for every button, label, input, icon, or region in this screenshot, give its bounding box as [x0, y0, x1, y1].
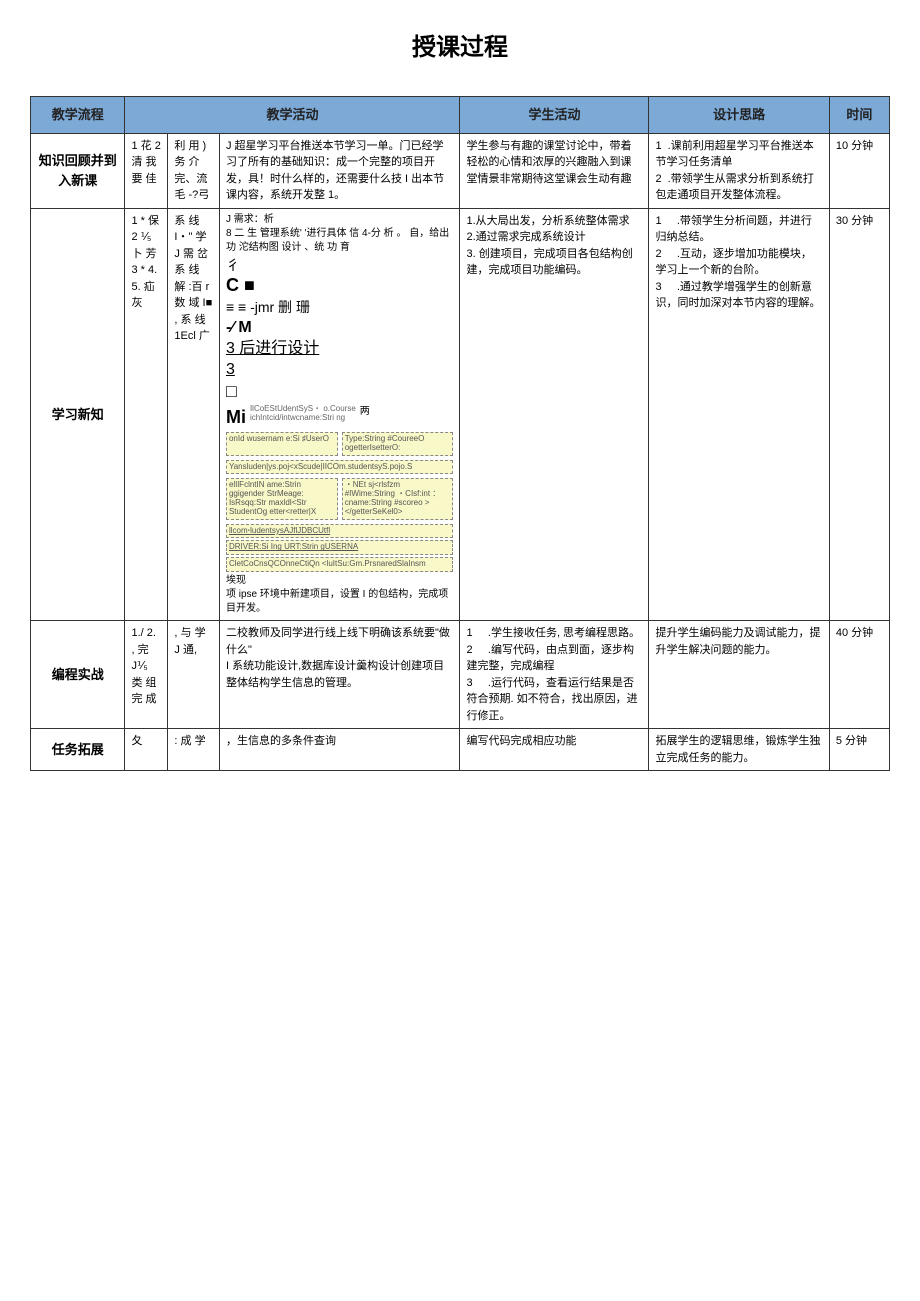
tiny-label: IlCoEStUdentSyS・ o.Course [250, 404, 356, 413]
time-cell: 40 分钟 [829, 621, 889, 729]
diagram-box: CletCoCnsQCOnneCtiQn <luItSu:Gm.Prsnared… [226, 557, 454, 572]
activity-cell: J 需求：析 8 二 生 管理系统' '进行具体 信 4-分 析 。 自，给出功… [219, 208, 460, 621]
flow-cell: 学习新知 [31, 208, 125, 621]
sub-cell: 系 线 I・" 学 J 需 岔 系 线 解 :百 r 数 域 I■ , 系 线 … [168, 208, 220, 621]
text-fragment: 8 二 生 管理系统' '进行具体 信 4-分 析 。 自，给出功 沱结构图 设… [226, 228, 449, 253]
text-fragment: Mi [226, 405, 246, 430]
sub-cell: 夂 [125, 729, 168, 771]
sub-cell: 利 用 ) 务 介 完、流 毛 -?弓 [168, 133, 220, 208]
text-fragment: 项 ipse 环境中新建项目，设置 I 的包结构，完成项目开发。 [226, 589, 448, 614]
lesson-table: 教学流程 教学活动 学生活动 设计思路 时间 知识回顾并到入新课 1 花 2 清… [30, 96, 890, 771]
page-title: 授课过程 [30, 30, 890, 66]
time-cell: 5 分钟 [829, 729, 889, 771]
design-cell: 1 .课前利用超星学习平台推送本节学习任务清单 2 .带领学生从需求分析到系统打… [649, 133, 829, 208]
header-design: 设计思路 [649, 97, 829, 134]
flow-cell: 编程实战 [31, 621, 125, 729]
table-row: 学习新知 1 * 保 2 ⅟₅ 卜 芳 3 * 4. 5. 疝 灰 系 线 I・… [31, 208, 890, 621]
activity-cell: J 超星学习平台推送本节学习一单。门已经学习了所有的基础知识：成一个完整的项目开… [219, 133, 460, 208]
diagram-box: Type:String #CoureeO ogetterIsetterO: [342, 432, 454, 456]
tiny-label: 两 [360, 405, 370, 419]
diagram-box: Yansluden|ys.poj<xScude|IICOm.studentsyS… [226, 460, 454, 475]
student-cell: 学生参与有趣的课堂讨论中，带着轻松的心情和浓厚的兴趣融入到课堂情景非常期待这堂课… [460, 133, 649, 208]
flow-cell: 任务拓展 [31, 729, 125, 771]
time-cell: 30 分钟 [829, 208, 889, 621]
header-student: 学生活动 [460, 97, 649, 134]
sub-cell: , 与 学 J 通, [168, 621, 220, 729]
design-cell: 拓展学生的逻辑思维，锻炼学生独立完成任务的能力。 [649, 729, 829, 771]
symbol-text: -∕ M [226, 318, 454, 337]
sub-cell: : 成 学 [168, 729, 220, 771]
table-row: 知识回顾并到入新课 1 花 2 清 我 要 佳 利 用 ) 务 介 完、流 毛 … [31, 133, 890, 208]
design-cell: 提升学生编码能力及调试能力，提升学生解决问题的能力。 [649, 621, 829, 729]
symbol-text: 彳 [226, 257, 454, 274]
header-row: 教学流程 教学活动 学生活动 设计思路 时间 [31, 97, 890, 134]
diagram-box: DRIVER:Si Ing URT:Strin gUSERNA [226, 540, 454, 555]
header-time: 时间 [829, 97, 889, 134]
student-cell: 1 .学生接收任务, 思考编程思路。 2 .编写代码，由点到面，逐步构建完整，完… [460, 621, 649, 729]
symbol-text: 3 [226, 360, 454, 379]
time-cell: 10 分钟 [829, 133, 889, 208]
text-fragment: 埃现 [226, 575, 246, 586]
header-activity: 教学活动 [125, 97, 460, 134]
symbol-text: □ [226, 381, 454, 403]
diagram-box: llcomꞏludentsysAJflJDBCUtfl [226, 524, 454, 539]
diagram-box: onId wusernam e:Si ♯UserO [226, 432, 338, 456]
diagram-box: elIlFclntIN ame:Strin ggigender StrMeage… [226, 478, 338, 519]
table-row: 编程实战 1./ 2. , 完 J⅟₅ 类 组 完 成 , 与 学 J 通, 二… [31, 621, 890, 729]
header-flow: 教学流程 [31, 97, 125, 134]
sub-cell: 1./ 2. , 完 J⅟₅ 类 组 完 成 [125, 621, 168, 729]
sub-cell: 1 * 保 2 ⅟₅ 卜 芳 3 * 4. 5. 疝 灰 [125, 208, 168, 621]
student-cell: 1.从大局出发，分析系统整体需求 2.通过需求完成系统设计 3. 创建项目，完成… [460, 208, 649, 621]
student-cell: 编写代码完成相应功能 [460, 729, 649, 771]
symbol-text: C ■ [226, 275, 454, 297]
design-cell: 1 .带领学生分析间题，并进行归纳总结。 2 .互动，逐步增加功能模块，学习上一… [649, 208, 829, 621]
table-row: 任务拓展 夂 : 成 学 ，生信息的多条件查询 编写代码完成相应功能 拓展学生的… [31, 729, 890, 771]
tiny-label: ichIntcid/intwcname:Stri ng [250, 413, 345, 422]
symbol-text: ≡ ≡ -jmr 删 珊 [226, 299, 454, 316]
diagram-box: ・NEt sj<rlsfzm #IWime:String ・CIsf:int ：… [342, 478, 454, 519]
activity-cell: 二校教师及同学进行线上线下明确该系统要"做什么" I 系统功能设计,数据库设计羹… [219, 621, 460, 729]
activity-cell: ，生信息的多条件查询 [219, 729, 460, 771]
text-fragment: J 需求：析 [226, 214, 274, 225]
symbol-text: 3 后进行设计 [226, 339, 454, 358]
sub-cell: 1 花 2 清 我 要 佳 [125, 133, 168, 208]
flow-cell: 知识回顾并到入新课 [31, 133, 125, 208]
